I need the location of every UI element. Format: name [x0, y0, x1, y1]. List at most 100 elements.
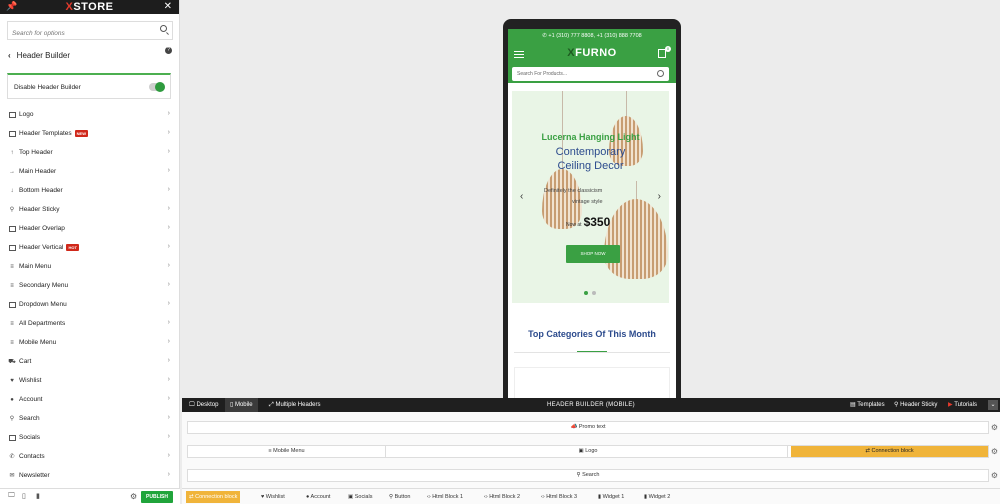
element-socials[interactable]: ▣ Socials [345, 491, 375, 503]
sidebar-item-bottom-header[interactable]: ↓ Bottom Header › [0, 181, 180, 200]
sidebar-item-header-vertical[interactable]: Header Vertical HOT › [0, 238, 180, 257]
chevron-right-icon: › [167, 357, 170, 364]
element-button[interactable]: ⚲ Button [386, 491, 413, 503]
template-icon [8, 130, 16, 138]
mobile-menu-block[interactable]: ≡ Mobile Menu [188, 446, 386, 457]
element-widget-2[interactable]: ▮ Widget 2 [641, 491, 673, 503]
desktop-preview-icon[interactable]: 🖵 [8, 492, 15, 500]
sidebar-item-search[interactable]: ⚲ Search › [0, 409, 180, 428]
gear-icon[interactable]: ⚙ [991, 447, 998, 456]
sidebar-item-label: Dropdown Menu [19, 301, 67, 308]
element-html-block-2[interactable]: ‹› Html Block 2 [481, 491, 523, 503]
user-icon: ● [10, 396, 14, 403]
site-logo[interactable]: XFURNO [508, 47, 676, 59]
back-arrow-icon[interactable]: ‹ [8, 51, 11, 60]
search-icon[interactable] [657, 70, 664, 77]
element-html-block-3[interactable]: ‹› Html Block 3 [538, 491, 580, 503]
menu-icon: ≡ [10, 320, 14, 327]
mobile-preview-frame: ✆ +1 (310) 777 8808, +1 (310) 888 7708 X… [503, 19, 681, 399]
chevron-right-icon[interactable]: › [658, 191, 661, 202]
category-card[interactable] [514, 367, 670, 399]
facebook-icon [8, 434, 16, 442]
chevron-down-icon[interactable]: ⌄ [988, 400, 998, 410]
chevron-right-icon: › [167, 205, 170, 212]
mail-icon: ✉ [9, 473, 15, 479]
sidebar-item-label: Main Header [19, 168, 57, 175]
tab-desktop[interactable]: 🖵 Desktop [184, 398, 223, 412]
product-search-input[interactable]: Search For Products... [512, 67, 669, 81]
disable-header-builder-toggle[interactable] [149, 82, 165, 92]
gear-icon[interactable]: ⚙ [130, 492, 137, 501]
chevron-right-icon: › [167, 376, 170, 383]
templates-link[interactable]: ▤ Templates [850, 398, 885, 412]
sidebar-item-header-overlap[interactable]: Header Overlap › [0, 219, 180, 238]
help-icon[interactable]: ? [165, 47, 172, 54]
sidebar-item-contacts[interactable]: ✆ Contacts › [0, 447, 180, 466]
sidebar-item-logo[interactable]: Logo › [0, 105, 180, 124]
header-sticky-link[interactable]: ⚲ Header Sticky [894, 398, 937, 412]
element-html-block-1[interactable]: ‹› Html Block 1 [424, 491, 466, 503]
slider-dot-active[interactable] [584, 291, 588, 295]
tab-multiple-headers[interactable]: ⤢ Multiple Headers [264, 398, 326, 412]
sidebar-item-label: Contacts [19, 453, 45, 460]
element-account[interactable]: ● Account [303, 491, 333, 503]
element-widget-1[interactable]: ▮ Widget 1 [595, 491, 627, 503]
chevron-right-icon: › [167, 395, 170, 402]
search-input[interactable] [8, 25, 148, 42]
layers-icon [8, 225, 16, 233]
sidebar-item-secondary-menu[interactable]: ≡ Secondary Menu › [0, 276, 180, 295]
sidebar-item-label: Wishlist [19, 377, 42, 384]
sidebar-item-header-templates[interactable]: Header Templates NEW › [0, 124, 180, 143]
arrow-up-icon: ↑ [10, 149, 14, 156]
sidebar-item-label: Newsletter [19, 472, 50, 479]
sidebar-item-main-menu[interactable]: ≡ Main Menu › [0, 257, 180, 276]
builder-row-bottom: ⚲ Search ⚙ [187, 469, 998, 482]
element-wishlist[interactable]: ♥ Wishlist [258, 491, 288, 503]
publish-button[interactable]: PUBLISH [141, 491, 173, 503]
logo-block[interactable]: ▣ Logo [389, 446, 788, 457]
element-connection-block[interactable]: ⇄ Connection block [186, 491, 241, 503]
sidebar-item-newsletter[interactable]: ✉ Newsletter › [0, 466, 180, 485]
connection-block[interactable]: ⇄ Connection block [791, 446, 988, 457]
sidebar-item-socials[interactable]: Socials › [0, 428, 180, 447]
tutorials-link[interactable]: ▶ Tutorials [948, 398, 977, 412]
sidebar-footer: 🖵 ▯ ▮ ⚙ PUBLISH [0, 488, 180, 504]
sidebar-item-cart[interactable]: ⛟ Cart › [0, 352, 180, 371]
sidebar-item-wishlist[interactable]: ♥ Wishlist › [0, 371, 180, 390]
hero-tagline-2: vintage style [572, 199, 603, 205]
chevron-right-icon: › [167, 186, 170, 193]
sidebar-item-label: Header Sticky [19, 206, 60, 213]
search-block[interactable]: ⚲ Search [188, 470, 988, 481]
sidebar-item-main-header[interactable]: → Main Header › [0, 162, 180, 181]
chevron-left-icon[interactable]: ‹ [520, 191, 523, 202]
heading-underline [577, 351, 607, 352]
sidebar-item-label: Account [19, 396, 43, 403]
sidebar-item-top-header[interactable]: ↑ Top Header › [0, 143, 180, 162]
sidebar-item-account[interactable]: ● Account › [0, 390, 180, 409]
tablet-preview-icon[interactable]: ▯ [22, 492, 26, 500]
mobile-preview-icon[interactable]: ▮ [36, 492, 40, 500]
hero-tagline: Definitely the classicism [544, 188, 603, 194]
promo-text: +1 (310) 777 8808, +1 (310) 888 7708 [548, 33, 642, 39]
slider-dot[interactable] [592, 291, 596, 295]
sidebar-search[interactable] [7, 21, 173, 42]
shop-now-button[interactable]: SHOP NOW [566, 245, 620, 263]
link-icon: ⚲ [9, 207, 15, 213]
new-badge: NEW [74, 130, 88, 137]
tab-mobile[interactable]: ▯ Mobile [225, 398, 258, 412]
menu-icon: ≡ [10, 263, 14, 270]
sidebar-item-all-departments[interactable]: ≡ All Departments › [0, 314, 180, 333]
sidebar-item-label: Logo [19, 111, 34, 118]
menu-icon: ≡ [10, 339, 14, 346]
gear-icon[interactable]: ⚙ [991, 423, 998, 432]
sidebar-item-dropdown-menu[interactable]: Dropdown Menu › [0, 295, 180, 314]
sidebar-item-mobile-menu[interactable]: ≡ Mobile Menu › [0, 333, 180, 352]
customizer-sidebar: 📌 XSTORE ✕ ‹Header Builder ? Disable Hea… [0, 0, 180, 504]
gear-icon[interactable]: ⚙ [991, 471, 998, 480]
promo-text-block[interactable]: 📣 Promo text [188, 422, 988, 433]
hero-subtitle: Contemporary Ceiling Decor [555, 146, 626, 172]
close-icon[interactable]: ✕ [164, 0, 172, 14]
xstore-logo: XSTORE [65, 1, 114, 13]
mobile-search-bar: Search For Products... [508, 65, 676, 83]
sidebar-item-header-sticky[interactable]: ⚲ Header Sticky › [0, 200, 180, 219]
